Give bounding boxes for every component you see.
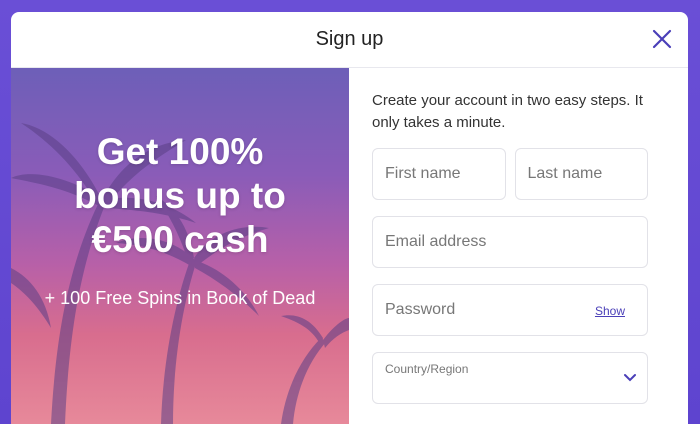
show-password-link[interactable]: Show xyxy=(595,304,625,318)
promo-heading-line: Get 100% xyxy=(96,131,264,172)
modal-title: Sign up xyxy=(315,28,384,50)
country-label: Country/Region xyxy=(385,362,469,376)
signup-modal: Sign up Get 100% bonus up to €500 cash +… xyxy=(11,12,688,424)
email-field[interactable]: Email address xyxy=(372,216,648,268)
password-placeholder: Password xyxy=(385,301,456,318)
modal-header: Sign up xyxy=(11,12,688,68)
chevron-down-icon xyxy=(624,374,636,382)
promo-heading-line: bonus up to xyxy=(74,175,286,216)
promo-subtext: + 100 Free Spins in Book of Dead xyxy=(44,288,316,308)
form-intro: Create your account in two easy steps. I… xyxy=(372,92,643,131)
last-name-field[interactable]: Last name xyxy=(514,148,648,200)
close-button[interactable] xyxy=(650,27,674,51)
country-select[interactable]: Country/Region xyxy=(372,352,648,404)
password-field[interactable]: Password Show xyxy=(372,284,648,336)
promo-panel: Get 100% bonus up to €500 cash + 100 Fre… xyxy=(11,68,349,424)
promo-heading: Get 100% bonus up to €500 cash xyxy=(11,130,349,262)
first-name-field[interactable]: First name xyxy=(372,148,506,200)
signup-form: Create your account in two easy steps. I… xyxy=(372,90,648,404)
close-icon xyxy=(652,29,672,49)
promo-heading-line: €500 cash xyxy=(91,219,269,260)
